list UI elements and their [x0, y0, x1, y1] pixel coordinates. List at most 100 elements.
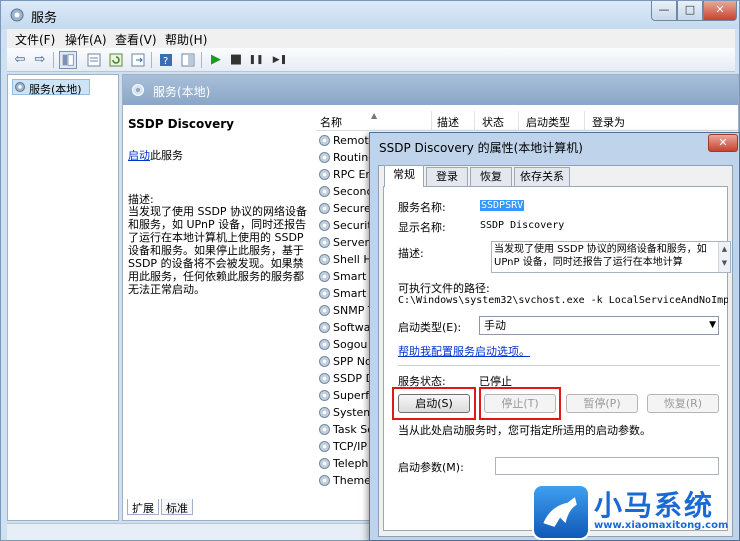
menu-view[interactable]: 查看(V) [115, 31, 157, 48]
gear-icon [319, 288, 330, 299]
gear-icon [319, 152, 330, 163]
gear-icon [319, 407, 330, 418]
gear-icon [319, 424, 330, 435]
divider [398, 365, 720, 366]
back-arrow-icon[interactable]: ⇦ [11, 51, 29, 69]
properties-icon[interactable] [85, 51, 103, 69]
dialog-close-button[interactable]: ✕ [708, 134, 738, 152]
service-list-header: ▲ 名称 描述 状态 启动类型 登录为 [316, 111, 738, 131]
selected-service-name: SSDP Discovery [128, 117, 234, 131]
service-name-value[interactable]: SSDPSRV [480, 200, 525, 211]
stop-icon[interactable]: ■ [227, 51, 245, 69]
tab-dependencies[interactable]: 依存关系 [514, 167, 570, 186]
svg-text:?: ? [163, 56, 168, 67]
help-icon[interactable]: ? [157, 51, 175, 69]
minimize-button[interactable]: — [651, 1, 677, 21]
restart-icon[interactable]: ▶❚ [269, 51, 291, 69]
tree-item-label: 服务(本地) [29, 83, 82, 96]
forward-arrow-icon[interactable]: ⇨ [31, 51, 49, 69]
watermark: 小马系统 www.xiaomaxitong.com [532, 478, 740, 541]
startup-type-select[interactable]: 手动 ▼ [479, 316, 719, 335]
export-icon[interactable] [129, 51, 147, 69]
services-gear-icon [10, 8, 24, 22]
tab-extended[interactable]: 扩展 [127, 499, 159, 515]
gear-icon [319, 305, 330, 316]
resume-button[interactable]: 恢复(R) [647, 394, 719, 413]
description-box[interactable]: 当发现了使用 SSDP 协议的网络设备和服务，如 UPnP 设备，同时还报告了运… [491, 241, 731, 273]
gear-icon [319, 390, 330, 401]
executable-path-label: 可执行文件的路径: [398, 282, 490, 295]
start-params-hint: 当从此处启动服务时，您可指定所适用的启动参数。 [398, 424, 651, 437]
start-service-line: 启动此服务 [128, 147, 183, 163]
tab-standard[interactable]: 标准 [161, 499, 193, 515]
watermark-url: www.xiaomaxitong.com [594, 520, 729, 531]
maximize-button[interactable]: □ [677, 1, 703, 21]
gear-icon [319, 271, 330, 282]
start-params-input[interactable] [495, 457, 719, 475]
gear-icon [319, 203, 330, 214]
console-tree-icon[interactable] [59, 51, 77, 69]
column-name[interactable]: 名称 [320, 114, 342, 130]
title-bar[interactable]: 服务 — □ ✕ [1, 1, 739, 29]
gear-icon [319, 135, 330, 146]
startup-type-label: 启动类型(E): [398, 321, 462, 334]
play-icon[interactable]: ▶ [207, 51, 225, 69]
startup-type-value: 手动 [484, 319, 506, 332]
gear-icon [319, 475, 330, 486]
service-row-name: TCP/IP [333, 440, 367, 453]
column-logon-as[interactable]: 登录为 [592, 114, 625, 130]
tree-item-services-local[interactable]: 服务(本地) [12, 79, 90, 96]
refresh-icon[interactable] [107, 51, 125, 69]
service-name-label: 服务名称: [398, 201, 446, 214]
gear-icon [319, 186, 330, 197]
service-row-name: System [333, 406, 375, 419]
gear-icon [319, 458, 330, 469]
service-description-text: 当发现了使用 SSDP 协议的网络设备和服务，如 UPnP 设备，同时还报告了运… [128, 205, 308, 296]
gear-icon [319, 237, 330, 248]
details-header-title: 服务(本地) [153, 85, 211, 99]
display-name-value[interactable]: SSDP Discovery [480, 220, 564, 231]
gear-icon [319, 254, 330, 265]
menu-file[interactable]: 文件(F) [15, 31, 55, 48]
close-button[interactable]: ✕ [703, 1, 737, 21]
menu-action[interactable]: 操作(A) [65, 31, 107, 48]
window-title: 服务 [31, 11, 58, 26]
tab-recovery[interactable]: 恢复 [470, 167, 512, 186]
gear-icon [319, 441, 330, 452]
column-description[interactable]: 描述 [437, 114, 459, 130]
gear-icon [319, 373, 330, 384]
console-tree: 服务(本地) [7, 74, 119, 521]
column-startup-type[interactable]: 启动类型 [526, 114, 570, 130]
pause-icon[interactable]: ❚❚ [247, 51, 265, 69]
sort-arrow-icon: ▲ [371, 111, 378, 120]
menu-bar: 文件(F) 操作(A) 查看(V) 帮助(H) [7, 29, 735, 48]
gear-icon [132, 84, 144, 96]
display-name-label: 显示名称: [398, 221, 446, 234]
chevron-down-icon: ▼ [709, 320, 716, 330]
highlight-start-button [392, 387, 476, 420]
tab-logon[interactable]: 登录 [426, 167, 468, 186]
start-params-label: 启动参数(M): [398, 461, 464, 474]
description-value: 当发现了使用 SSDP 协议的网络设备和服务，如 UPnP 设备，同时还报告了运… [494, 244, 707, 268]
gear-icon [319, 356, 330, 367]
menu-help[interactable]: 帮助(H) [165, 31, 207, 48]
description-label: 描述: [398, 247, 424, 260]
column-status[interactable]: 状态 [482, 114, 504, 130]
start-service-suffix: 此服务 [150, 149, 183, 162]
gear-icon [319, 322, 330, 333]
gear-icon [319, 220, 330, 231]
gear-icon [319, 169, 330, 180]
description-scrollbar[interactable]: ▲ ▼ [718, 242, 730, 272]
tab-general[interactable]: 常规 [384, 165, 424, 187]
pause-button[interactable]: 暂停(P) [566, 394, 638, 413]
service-description-panel: SSDP Discovery 启动此服务 描述: 当发现了使用 SSDP 协议的… [123, 105, 313, 492]
service-row-name: Server [333, 236, 370, 249]
toolbar: ⇦ ⇨ ? ▶ ■ ❚❚ ▶❚ [7, 48, 735, 72]
gear-icon [319, 339, 330, 350]
executable-path-value[interactable]: C:\Windows\system32\svchost.exe -k Local… [398, 295, 728, 306]
start-service-link[interactable]: 启动 [128, 149, 150, 162]
dialog-title: SSDP Discovery 的属性(本地计算机) [379, 141, 583, 155]
horse-logo-icon [532, 484, 590, 540]
help-configure-link[interactable]: 帮助我配置服务启动选项。 [398, 343, 530, 359]
show-hide-icon[interactable] [179, 51, 197, 69]
